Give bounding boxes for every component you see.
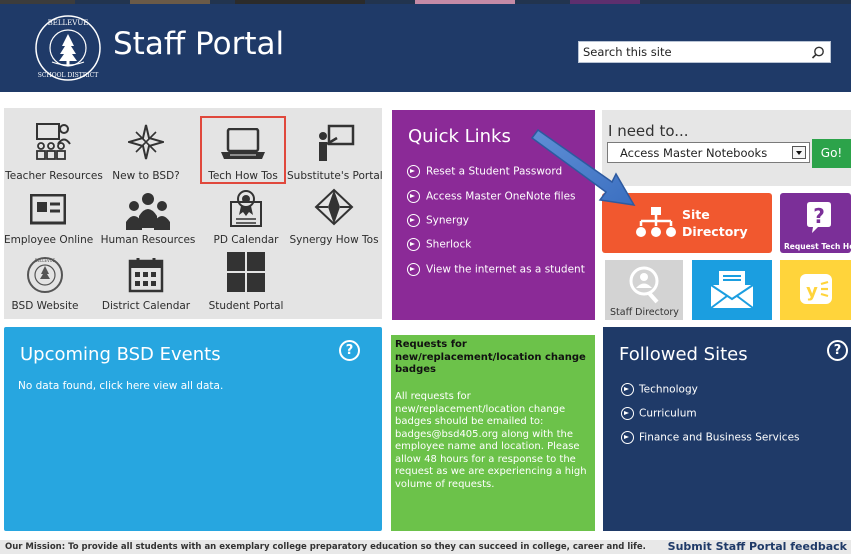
help-icon[interactable]: ? bbox=[827, 340, 848, 361]
presenter-icon bbox=[318, 124, 354, 161]
badges-notice-panel: Requests for new/replacement/location ch… bbox=[391, 335, 595, 531]
badges-body: All requests for new/replacement/locatio… bbox=[395, 391, 587, 490]
tile-district-calendar[interactable]: District Calendar bbox=[96, 256, 196, 314]
tile-label: Human Resources bbox=[100, 234, 196, 246]
windows-icon bbox=[227, 252, 265, 292]
id-card-icon bbox=[30, 194, 66, 225]
district-seal-icon: BELLEVUE bbox=[27, 257, 63, 293]
logo-text-bottom: SCHOOL DISTRICT bbox=[38, 72, 98, 79]
synergy-icon bbox=[314, 188, 354, 226]
tile-label: Synergy How Tos bbox=[289, 234, 379, 246]
quick-link-item[interactable]: View the internet as a student bbox=[407, 263, 585, 279]
tile-substitutes-portal[interactable]: Substitute's Portal bbox=[287, 122, 383, 182]
events-no-data-link[interactable]: No data found, click here view all data. bbox=[18, 380, 223, 392]
people-icon bbox=[126, 193, 170, 230]
certificate-icon bbox=[230, 190, 262, 227]
tile-label: Substitute's Portal bbox=[287, 170, 383, 182]
yammer-tile[interactable]: y bbox=[780, 260, 851, 320]
logo-text-top: BELLEVUE bbox=[48, 19, 89, 27]
tile-new-to-bsd[interactable]: New to BSD? bbox=[96, 122, 196, 182]
followed-site-item[interactable]: Finance and Business Services bbox=[621, 431, 800, 444]
tech-how-tos-highlight bbox=[200, 116, 286, 184]
compass-star-icon bbox=[128, 124, 164, 160]
staff-directory-label: Staff Directory bbox=[610, 307, 679, 318]
tile-label: Employee Online bbox=[4, 234, 94, 246]
upcoming-events-panel: Upcoming BSD Events ? No data found, cli… bbox=[4, 327, 382, 531]
quick-link-item[interactable]: Synergy bbox=[407, 214, 469, 230]
tile-teacher-resources[interactable]: Teacher Resources bbox=[4, 122, 104, 182]
arrow-circle-icon bbox=[407, 165, 420, 178]
arrow-circle-icon bbox=[407, 190, 420, 203]
mission-statement: Our Mission: To provide all students wit… bbox=[5, 542, 646, 552]
arrow-circle-icon bbox=[407, 214, 420, 227]
tile-label: Teacher Resources bbox=[5, 170, 103, 182]
events-title: Upcoming BSD Events bbox=[20, 344, 221, 365]
request-tech-help-label: Request Tech Help bbox=[784, 242, 851, 251]
help-icon[interactable]: ? bbox=[339, 340, 360, 361]
search-box[interactable] bbox=[578, 41, 831, 63]
tile-employee-online[interactable]: Employee Online bbox=[4, 192, 94, 247]
followed-site-item[interactable]: Curriculum bbox=[621, 407, 697, 420]
badges-heading: Requests for new/replacement/location ch… bbox=[395, 339, 586, 375]
staff-directory-tile[interactable]: Staff Directory bbox=[605, 260, 683, 320]
go-button[interactable]: Go! bbox=[812, 139, 851, 168]
request-tech-help-tile[interactable]: ? Request Tech Help bbox=[780, 193, 851, 253]
teacher-resources-icon bbox=[36, 123, 71, 160]
svg-text:BELLEVUE: BELLEVUE bbox=[35, 258, 56, 263]
svg-text:y: y bbox=[806, 281, 818, 302]
tile-label: PD Calendar bbox=[213, 234, 279, 246]
calendar-icon bbox=[128, 258, 164, 293]
search-input[interactable] bbox=[583, 43, 803, 61]
person-search-icon bbox=[629, 266, 659, 304]
svg-text:?: ? bbox=[813, 204, 825, 228]
tile-label: BSD Website bbox=[11, 300, 79, 312]
feedback-link[interactable]: Submit Staff Portal feedback bbox=[668, 540, 847, 553]
resources-tile-panel: Teacher Resources New to BSD? Tech How T… bbox=[4, 108, 383, 319]
yammer-icon: y bbox=[800, 274, 832, 304]
tile-human-resources[interactable]: Human Resources bbox=[98, 192, 198, 247]
site-directory-label-2: Directory bbox=[682, 224, 748, 239]
arrow-circle-icon bbox=[621, 431, 634, 444]
district-logo-icon[interactable]: BELLEVUE SCHOOL DISTRICT bbox=[34, 14, 102, 82]
quick-links-title: Quick Links bbox=[408, 126, 511, 147]
annotation-arrow-icon bbox=[530, 128, 636, 206]
site-directory-label-1: Site bbox=[682, 207, 710, 222]
followed-site-item[interactable]: Technology bbox=[621, 383, 698, 396]
tile-label: Student Portal bbox=[208, 300, 284, 312]
page-title: Staff Portal bbox=[113, 26, 285, 62]
tile-label: New to BSD? bbox=[112, 170, 180, 182]
chevron-down-icon[interactable] bbox=[792, 146, 806, 159]
tile-pd-calendar[interactable]: PD Calendar bbox=[200, 188, 292, 248]
quick-link-item[interactable]: Sherlock bbox=[407, 238, 471, 254]
site-header: BELLEVUE SCHOOL DISTRICT Staff Portal bbox=[0, 4, 851, 92]
followed-sites-panel: Followed Sites ? Technology Curriculum F… bbox=[603, 327, 851, 531]
arrow-circle-icon bbox=[407, 263, 420, 276]
arrow-circle-icon bbox=[621, 407, 634, 420]
tile-label: District Calendar bbox=[101, 300, 191, 312]
followed-sites-title: Followed Sites bbox=[619, 344, 748, 365]
email-tile[interactable] bbox=[692, 260, 772, 320]
tile-synergy-how-tos[interactable]: Synergy How Tos bbox=[286, 188, 382, 248]
arrow-circle-icon bbox=[407, 238, 420, 251]
mail-icon bbox=[710, 271, 754, 309]
search-icon[interactable] bbox=[810, 45, 826, 61]
arrow-circle-icon bbox=[621, 383, 634, 396]
tile-bsd-website[interactable]: BELLEVUE BSD Website bbox=[4, 256, 86, 314]
help-bubble-icon: ? bbox=[807, 202, 831, 233]
tile-student-portal[interactable]: Student Portal bbox=[200, 252, 292, 314]
